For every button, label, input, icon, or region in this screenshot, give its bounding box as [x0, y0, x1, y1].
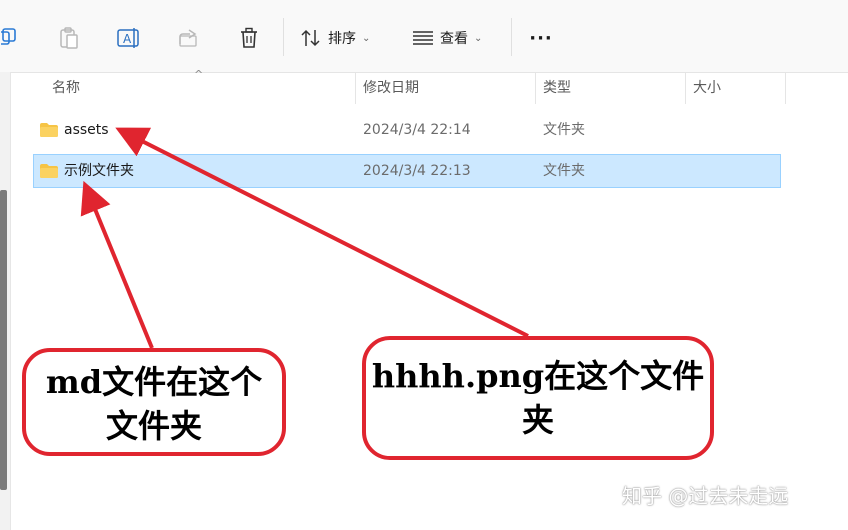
command-bar: A 排序 ⌄ 查看 ⌄ ···	[0, 0, 848, 73]
folder-icon	[40, 164, 58, 178]
paste-icon[interactable]	[56, 22, 82, 54]
more-options-button[interactable]: ···	[526, 22, 556, 54]
column-header-name[interactable]: 名称	[52, 72, 80, 104]
arrow-to-example-folder	[80, 180, 154, 349]
callout-png-file: hhhh.png在这个文件 夹	[362, 336, 714, 460]
view-button[interactable]: 查看 ⌄	[412, 22, 496, 54]
column-header-modified[interactable]: 修改日期	[363, 72, 419, 104]
file-row-assets[interactable]: assets 2024/3/4 22:14 文件夹	[34, 114, 780, 146]
view-lines-icon	[413, 31, 433, 45]
sort-label: 排序	[328, 31, 356, 47]
toolbar-separator	[511, 18, 512, 56]
share-icon[interactable]	[176, 22, 202, 54]
sort-icon	[301, 29, 320, 47]
column-divider[interactable]	[535, 72, 536, 104]
callout-line: 夹	[521, 401, 554, 439]
file-type: 文件夹	[543, 163, 585, 179]
chevron-down-icon: ⌄	[362, 32, 371, 44]
file-name: assets	[64, 122, 109, 138]
file-modified: 2024/3/4 22:13	[363, 163, 471, 179]
folder-icon	[40, 123, 58, 137]
column-divider[interactable]	[355, 72, 356, 104]
svg-text:A: A	[123, 32, 132, 46]
chevron-down-icon: ⌄	[474, 32, 483, 44]
file-type: 文件夹	[543, 122, 585, 138]
callout-line: md文件在这个	[45, 363, 263, 401]
column-header-type[interactable]: 类型	[543, 72, 571, 104]
view-label: 查看	[440, 31, 468, 47]
callout-line: hhhh.png在这个文件	[371, 357, 705, 395]
copy-icon[interactable]	[0, 22, 22, 54]
file-modified: 2024/3/4 22:14	[363, 122, 471, 138]
sort-button[interactable]: 排序 ⌄	[300, 22, 382, 54]
delete-icon[interactable]	[236, 22, 262, 54]
callout-md-file: md文件在这个 文件夹	[22, 348, 286, 456]
column-header-size[interactable]: 大小	[693, 72, 721, 104]
callout-line: 文件夹	[105, 407, 202, 445]
toolbar-separator	[283, 18, 284, 56]
file-row-example-folder[interactable]: 示例文件夹 2024/3/4 22:13 文件夹	[33, 154, 781, 188]
rename-icon[interactable]: A	[116, 22, 142, 54]
column-header-row: 名称 修改日期 类型 大小	[34, 72, 786, 104]
scrollbar-thumb[interactable]	[0, 190, 7, 490]
column-divider[interactable]	[685, 72, 686, 104]
watermark: 知乎 @过去未走远	[622, 484, 789, 508]
file-name: 示例文件夹	[64, 163, 134, 179]
column-divider[interactable]	[785, 72, 786, 104]
